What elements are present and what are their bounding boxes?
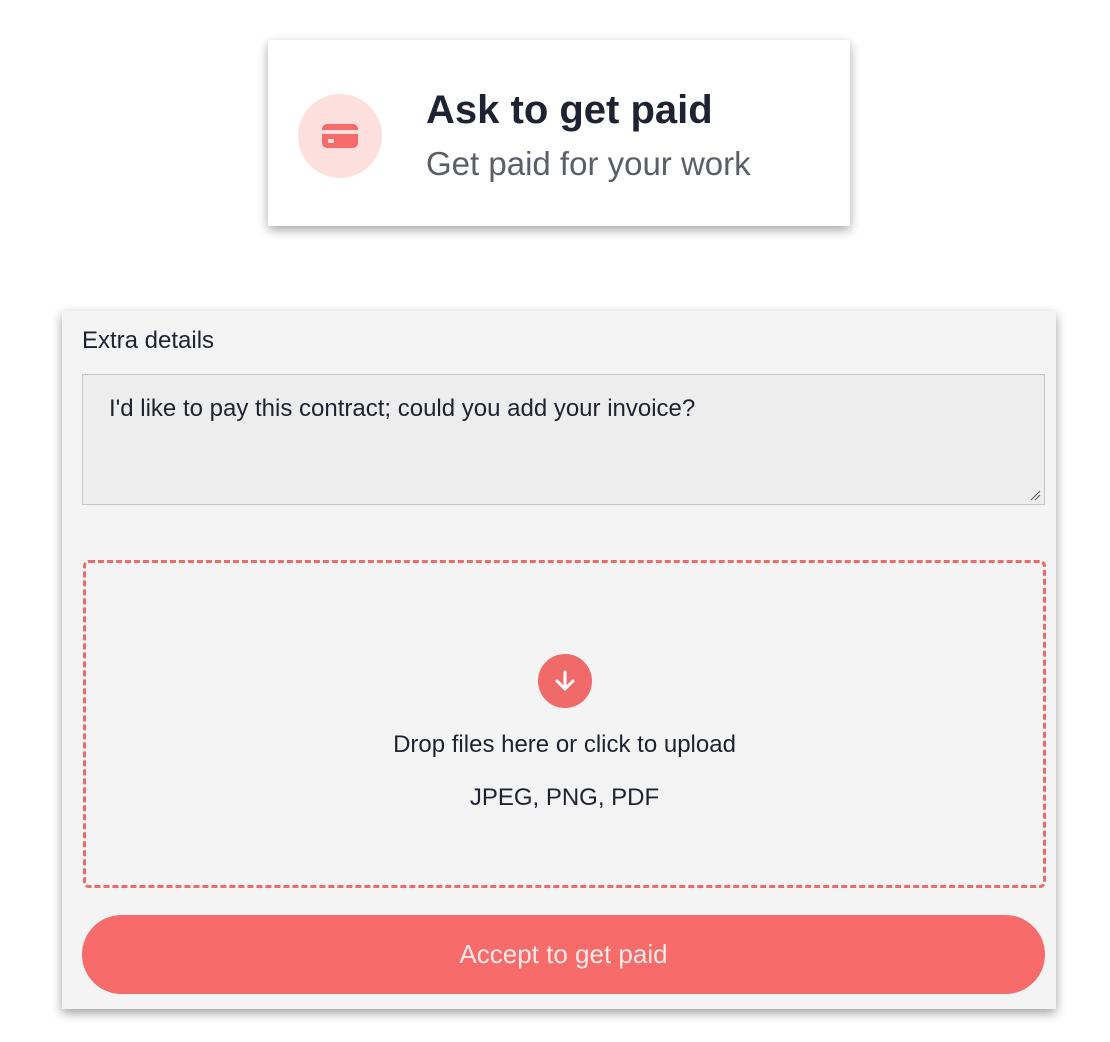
textarea-value: I'd like to pay this contract; could you… xyxy=(109,395,696,422)
card-title: Ask to get paid xyxy=(426,88,713,132)
accept-to-get-paid-button[interactable]: Accept to get paid xyxy=(82,915,1045,994)
arrow-down-icon xyxy=(538,654,592,708)
extra-details-label: Extra details xyxy=(82,327,215,354)
dropzone-instructions: Drop files here or click to upload xyxy=(393,731,736,758)
extra-details-textarea[interactable]: I'd like to pay this contract; could you… xyxy=(82,374,1045,505)
resize-grip-icon[interactable] xyxy=(1029,489,1041,501)
dropzone-formats: JPEG, PNG, PDF xyxy=(469,784,660,811)
extra-details-panel: Extra details I'd like to pay this contr… xyxy=(62,311,1056,1009)
card-subtitle: Get paid for your work xyxy=(426,145,751,182)
ask-to-get-paid-card[interactable]: Ask to get paid Get paid for your work xyxy=(268,40,850,226)
file-dropzone[interactable]: Drop files here or click to upload JPEG,… xyxy=(83,560,1046,888)
credit-card-icon xyxy=(298,94,382,178)
